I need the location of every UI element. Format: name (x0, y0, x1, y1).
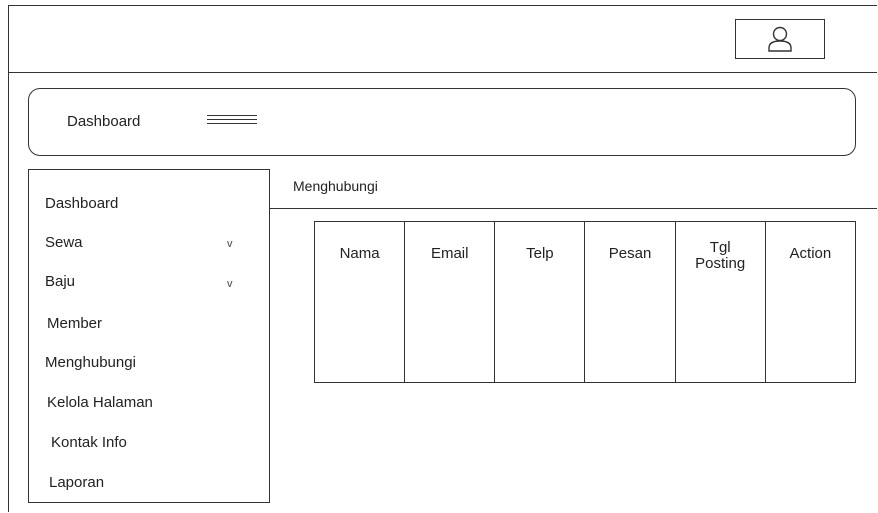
chevron-down-icon[interactable]: v (227, 238, 233, 250)
sidebar-item-sewa[interactable]: Sewa (45, 234, 83, 251)
user-icon (768, 26, 792, 52)
messages-table: Nama Email Telp Pesan Tgl Posting Action (313, 221, 857, 383)
sidebar: Dashboard Sewa v Baju v Member Menghubun… (28, 169, 270, 503)
chevron-down-icon[interactable]: v (227, 278, 233, 290)
header-title: Dashboard (67, 113, 141, 130)
sidebar-item-menghubungi[interactable]: Menghubungi (45, 354, 136, 371)
top-bar (8, 5, 877, 73)
hamburger-menu-icon[interactable] (207, 113, 257, 127)
sidebar-item-kontak-info[interactable]: Kontak Info (51, 434, 127, 451)
column-header-telp: Telp (494, 221, 586, 383)
column-header-email: Email (404, 221, 496, 383)
column-header-action: Action (764, 221, 857, 383)
sidebar-item-laporan[interactable]: Laporan (49, 474, 104, 491)
user-account-button[interactable] (735, 19, 825, 59)
sidebar-item-kelola-halaman[interactable]: Kelola Halaman (47, 394, 153, 411)
sidebar-item-member[interactable]: Member (47, 315, 102, 332)
column-header-nama: Nama (313, 221, 406, 383)
column-header-pesan: Pesan (584, 221, 676, 383)
page-title: Menghubungi (293, 178, 378, 194)
column-header-tgl-posting: Tgl Posting (674, 221, 766, 383)
sidebar-item-dashboard[interactable]: Dashboard (45, 195, 118, 212)
table-header-row: Nama Email Telp Pesan Tgl Posting Action (313, 221, 857, 383)
header-bar: Dashboard (28, 88, 856, 156)
divider (270, 208, 877, 209)
sidebar-item-baju[interactable]: Baju (45, 273, 75, 290)
